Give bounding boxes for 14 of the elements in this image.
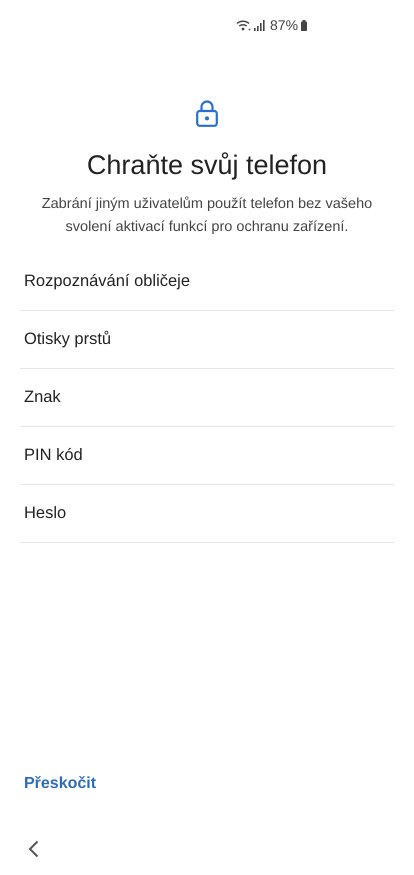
battery-percentage: 87%: [270, 17, 298, 33]
option-item[interactable]: Rozpoznávání obličeje: [20, 253, 394, 311]
page-title: Chraňte svůj telefon: [86, 150, 328, 181]
back-icon[interactable]: [28, 840, 39, 858]
description-text: Zabrání jiným uživatelům použít telefon bez vašeho svolení aktivací funkcí pro ochranu zařízení.: [40, 195, 374, 237]
battery-icon: [301, 20, 308, 30]
option-item[interactable]: Otisky prstů: [20, 311, 394, 369]
lock-icon: [196, 100, 218, 127]
skip-button[interactable]: Přeskočit: [24, 775, 96, 793]
option-item[interactable]: PIN kód: [20, 427, 394, 485]
option-item[interactable]: Znak: [20, 369, 394, 427]
signal-icon: [254, 20, 265, 30]
option-item[interactable]: Heslo: [20, 485, 394, 543]
wifi-icon: [236, 19, 251, 31]
